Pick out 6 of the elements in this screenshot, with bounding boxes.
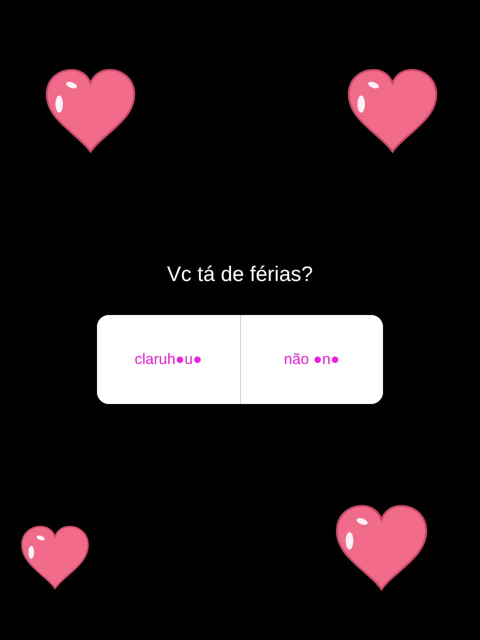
- poll-option[interactable]: não ●n●: [240, 315, 383, 404]
- heart-sticker-icon: [345, 68, 440, 154]
- heart-sticker-icon: [43, 68, 138, 154]
- heart-sticker-icon: [19, 525, 91, 590]
- heart-sticker-icon: [333, 504, 430, 592]
- question-text: Vc tá de férias?: [167, 263, 313, 287]
